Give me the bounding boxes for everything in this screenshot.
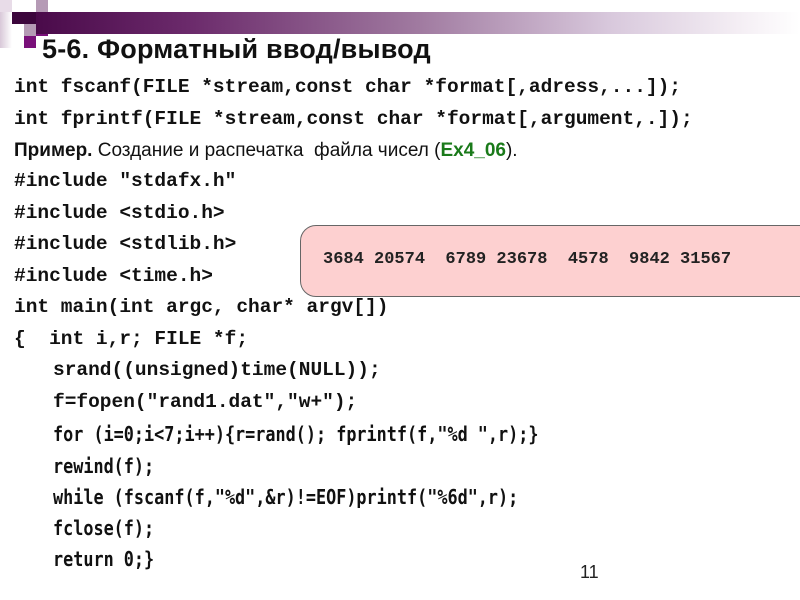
code-line: #include <stdio.h> [14, 202, 225, 224]
example-text: Создание и распечатка файла чисел ( [92, 140, 441, 161]
code-line: while (fscanf(f,"%d",&r)!=EOF)printf("%6… [53, 485, 519, 509]
page-number: 11 [580, 562, 599, 582]
code-line: int main(int argc, char* argv[]) [14, 296, 389, 318]
slide-title: 5-6. Форматный ввод/вывод [42, 34, 431, 64]
fprintf-prototype: int fprintf(FILE *stream,const char *for… [14, 108, 693, 130]
title-bar-decoration [36, 12, 800, 34]
code-line: #include <time.h> [14, 265, 213, 287]
fscanf-prototype: int fscanf(FILE *stream,const char *form… [14, 76, 682, 98]
code-line: for (i=0;i<7;i++){r=rand(); fprintf(f,"%… [53, 422, 539, 446]
code-line: #include "stdafx.h" [14, 170, 237, 192]
example-caption: Пример. Создание и распечатка файла чисе… [14, 140, 518, 162]
example-label: Пример. [14, 140, 93, 161]
code-line: return 0;} [53, 547, 155, 571]
code-line: srand((unsigned)time(NULL)); [53, 359, 381, 381]
code-line: { int i,r; FILE *f; [14, 328, 249, 350]
program-output: 3684 20574 6789 23678 4578 9842 31567 [323, 250, 732, 269]
code-line: fclose(f); [53, 516, 155, 540]
example-link[interactable]: Ex4_06 [440, 140, 506, 161]
program-output-box: 3684 20574 6789 23678 4578 9842 31567 [300, 225, 800, 297]
code-line: #include <stdlib.h> [14, 233, 237, 255]
code-line: f=fopen("rand1.dat","w+"); [53, 391, 358, 413]
example-suffix: ). [505, 140, 518, 161]
code-line: rewind(f); [53, 454, 155, 478]
